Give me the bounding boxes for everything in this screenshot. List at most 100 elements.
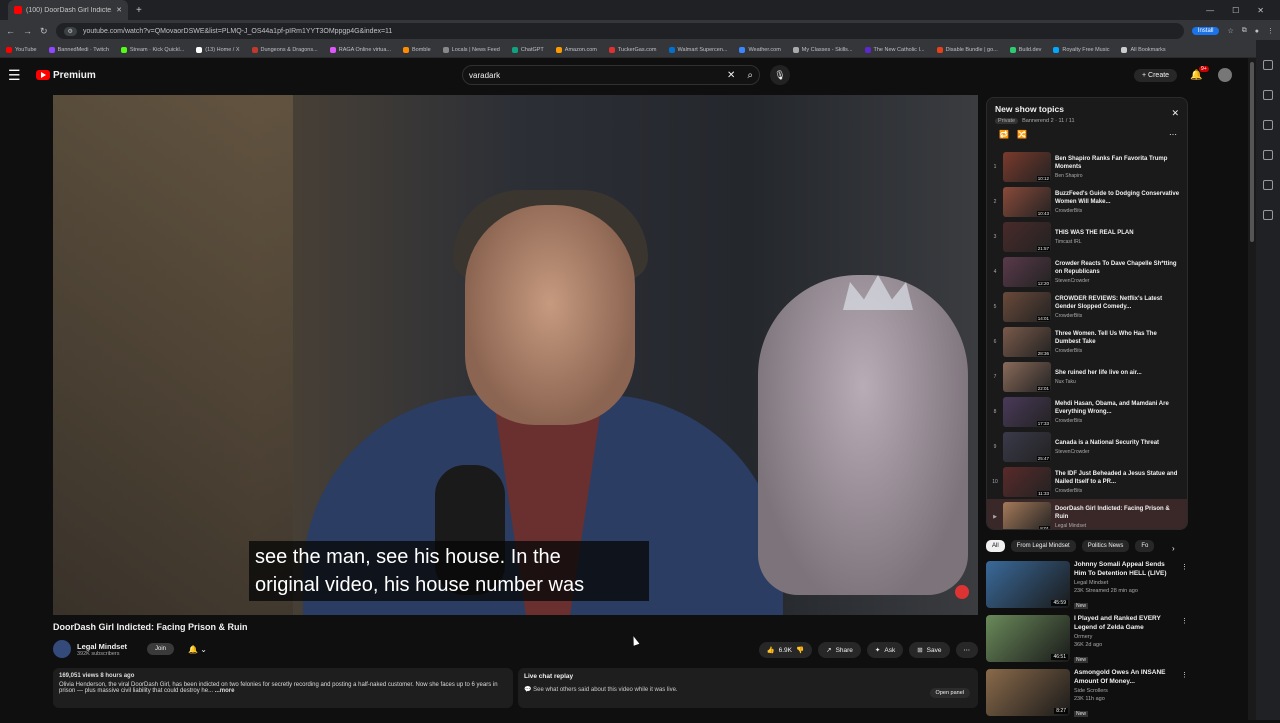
chips-next-icon[interactable]: › xyxy=(1172,544,1175,553)
playlist-title[interactable]: New show topics xyxy=(995,104,1179,114)
playlist-item-thumbnail[interactable]: 14:01 xyxy=(1003,291,1051,322)
recommended-channel[interactable]: Legal Mindset xyxy=(1074,580,1174,586)
side-panel-icon[interactable] xyxy=(1263,90,1273,100)
maximize-icon[interactable]: ☐ xyxy=(1232,6,1239,15)
playlist-item[interactable]: 6 28:36 Three Women. Tell Us Who Has The D… xyxy=(987,324,1187,359)
recommended-more-icon[interactable]: ⋮ xyxy=(1181,563,1188,571)
bookmark-item[interactable]: My Classes - Skills... xyxy=(792,46,853,53)
create-button[interactable]: + Create xyxy=(1134,68,1178,82)
playlist-item-title[interactable]: THIS WAS THE REAL PLAN xyxy=(1055,229,1183,237)
bookmark-star-icon[interactable]: ☆ xyxy=(1227,27,1233,35)
description-box[interactable]: 169,051 views 8 hours ago Olivia Henders… xyxy=(53,668,513,708)
playlist-item-title[interactable]: Mehdi Hasan, Obama, and Mamdani Are Ever… xyxy=(1055,400,1183,416)
forward-icon[interactable]: → xyxy=(23,26,32,37)
recommended-video[interactable]: 46:51 I Played and Ranked EVERY Legend of… xyxy=(986,615,1196,669)
playlist-item[interactable]: 2 10:43 BuzzFeed's Guide to Dodging Conser… xyxy=(987,184,1187,219)
playlist-item-title[interactable]: Three Women. Tell Us Who Has The Dumbest… xyxy=(1055,330,1183,346)
profile-icon[interactable]: ● xyxy=(1255,28,1259,35)
recommended-thumbnail[interactable]: 45:59 xyxy=(986,561,1070,608)
like-button[interactable]: 👍 6.9K 👎 xyxy=(758,642,813,658)
filter-chip[interactable]: Politics News xyxy=(1081,540,1130,552)
recommended-thumbnail[interactable]: 8:27 xyxy=(986,669,1070,716)
close-window-icon[interactable]: ✕ xyxy=(1257,6,1264,15)
playlist-item-thumbnail[interactable]: 11:33 xyxy=(1003,466,1051,497)
playlist-item-title[interactable]: Crowder Reacts To Dave Chapelle Sh*tting… xyxy=(1055,260,1183,276)
loop-icon[interactable]: 🔁 xyxy=(999,130,1009,139)
playlist-item-thumbnail[interactable]: 8:01 xyxy=(1003,501,1051,529)
youtube-logo[interactable]: Premium xyxy=(36,70,96,81)
install-button[interactable]: Install xyxy=(1191,27,1220,35)
recommended-video[interactable]: 45:59 Johnny Somali Appeal Sends Him To D… xyxy=(986,561,1196,615)
side-panel-icon[interactable] xyxy=(1263,150,1273,160)
bookmark-item[interactable]: Build.dev xyxy=(1009,46,1041,53)
more-actions-icon[interactable]: ⋯ xyxy=(955,642,978,658)
playlist-item-thumbnail[interactable]: 25:47 xyxy=(1003,431,1051,462)
playlist-item-thumbnail[interactable]: 22:01 xyxy=(1003,361,1051,392)
bookmark-item[interactable]: Locals | News Feed xyxy=(442,46,500,53)
playlist-item-title[interactable]: The IDF Just Beheaded a Jesus Statue and… xyxy=(1055,470,1183,486)
channel-avatar[interactable] xyxy=(53,640,71,658)
account-avatar[interactable] xyxy=(1218,68,1232,82)
side-panel-icon[interactable] xyxy=(1263,180,1273,190)
side-panel-icon[interactable] xyxy=(1263,210,1273,220)
playlist-item-thumbnail[interactable]: 12:20 xyxy=(1003,256,1051,287)
playlist-item[interactable]: 7 22:01 She ruined her life live on air...… xyxy=(987,359,1187,394)
playlist-item-thumbnail[interactable]: 10:43 xyxy=(1003,186,1051,217)
bookmark-item[interactable]: TuckerGas.com xyxy=(608,46,657,53)
playlist-item-thumbnail[interactable]: 10:12 xyxy=(1003,151,1051,182)
join-button[interactable]: Join xyxy=(147,643,175,655)
bookmark-item[interactable]: RAGA Online virtua... xyxy=(329,46,391,53)
thumbs-down-icon[interactable]: 👎 xyxy=(796,646,804,654)
voice-search-icon[interactable]: 🎙 xyxy=(770,65,790,85)
playlist-item[interactable]: 10 11:33 The IDF Just Beheaded a Jesus Sta… xyxy=(987,464,1187,499)
playlist-item[interactable]: 3 21:57 THIS WAS THE REAL PLAN Timcast IRL xyxy=(987,219,1187,254)
playlist-item[interactable]: 9 25:47 Canada is a National Security Thre… xyxy=(987,429,1187,464)
recommended-title[interactable]: Asmongold Owes An INSANE Amount Of Money… xyxy=(1074,669,1174,686)
minimize-icon[interactable]: — xyxy=(1206,6,1214,15)
search-icon[interactable]: ⌕ xyxy=(747,70,753,81)
playlist-item-title[interactable]: DoorDash Girl Indicted: Facing Prison & … xyxy=(1055,505,1183,521)
playlist-item-thumbnail[interactable]: 28:36 xyxy=(1003,326,1051,357)
bookmark-item[interactable]: YouTube xyxy=(6,46,37,53)
video-player[interactable]: see the man, see his house. In the origi… xyxy=(53,95,978,615)
search-input[interactable]: varadark xyxy=(469,71,727,80)
filter-chip[interactable]: Fo xyxy=(1135,540,1155,552)
recommended-more-icon[interactable]: ⋮ xyxy=(1181,671,1188,679)
playlist-item[interactable]: 1 10:12 Ben Shapiro Ranks Fan Favorita Tru… xyxy=(987,149,1187,184)
playlist-item[interactable]: 4 12:20 Crowder Reacts To Dave Chapelle Sh… xyxy=(987,254,1187,289)
open-panel-button[interactable]: Open panel xyxy=(929,688,970,698)
recommended-thumbnail[interactable]: 46:51 xyxy=(986,615,1070,662)
tab-close-icon[interactable]: ✕ xyxy=(116,6,122,14)
side-panel-icon[interactable] xyxy=(1263,60,1273,70)
recommended-title[interactable]: I Played and Ranked EVERY Legend of Zeld… xyxy=(1074,615,1174,632)
bookmark-item[interactable]: Disable Bundle | go... xyxy=(936,46,998,53)
browser-menu-icon[interactable]: ⋮ xyxy=(1267,27,1274,35)
reload-icon[interactable]: ↻ xyxy=(40,26,48,37)
bookmark-item[interactable]: The New Catholic I... xyxy=(864,46,925,53)
bookmark-item[interactable]: (13) Home / X xyxy=(196,46,240,53)
bookmark-item[interactable]: Dungeons & Dragons... xyxy=(251,46,318,53)
share-button[interactable]: ↗ Share xyxy=(818,642,861,658)
ask-button[interactable]: ✦ Ask xyxy=(866,642,904,658)
playlist-item-title[interactable]: Canada is a National Security Threat xyxy=(1055,439,1183,447)
side-panel-icon[interactable] xyxy=(1263,120,1273,130)
recommended-video[interactable]: 8:27 Asmongold Owes An INSANE Amount Of M… xyxy=(986,669,1196,723)
playlist-item[interactable]: 8 17:33 Mehdi Hasan, Obama, and Mamdani Ar… xyxy=(987,394,1187,429)
subscription-bell-icon[interactable]: 🔔 ⌄ xyxy=(188,645,207,654)
playlist-item-thumbnail[interactable]: 21:57 xyxy=(1003,221,1051,252)
new-tab-icon[interactable]: + xyxy=(136,5,142,16)
bookmark-item[interactable]: Weather.com xyxy=(739,46,781,53)
playlist-item[interactable]: 5 14:01 CROWDER REVIEWS: Netflix's Latest … xyxy=(987,289,1187,324)
playlist-item-title[interactable]: She ruined her life live on air... xyxy=(1055,369,1183,377)
bookmark-item[interactable]: BannedMedi · Twitch xyxy=(48,46,109,53)
search-box[interactable]: varadark ✕ ⌕ xyxy=(462,65,760,85)
playlist-more-icon[interactable]: ⋯ xyxy=(1169,130,1177,139)
bookmark-item[interactable]: Amazon.com xyxy=(555,46,597,53)
playlist-item[interactable]: ▶ 8:01 DoorDash Girl Indicted: Facing Pris… xyxy=(987,499,1187,529)
playlist-item-title[interactable]: Ben Shapiro Ranks Fan Favorita Trump Mom… xyxy=(1055,155,1183,171)
recommended-channel[interactable]: Ormery xyxy=(1074,634,1174,640)
channel-name[interactable]: Legal Mindset xyxy=(77,642,127,651)
save-button[interactable]: ⊞ Save xyxy=(909,642,950,658)
bookmark-item[interactable]: Bomble xyxy=(403,46,431,53)
close-playlist-icon[interactable]: ✕ xyxy=(1171,108,1179,119)
